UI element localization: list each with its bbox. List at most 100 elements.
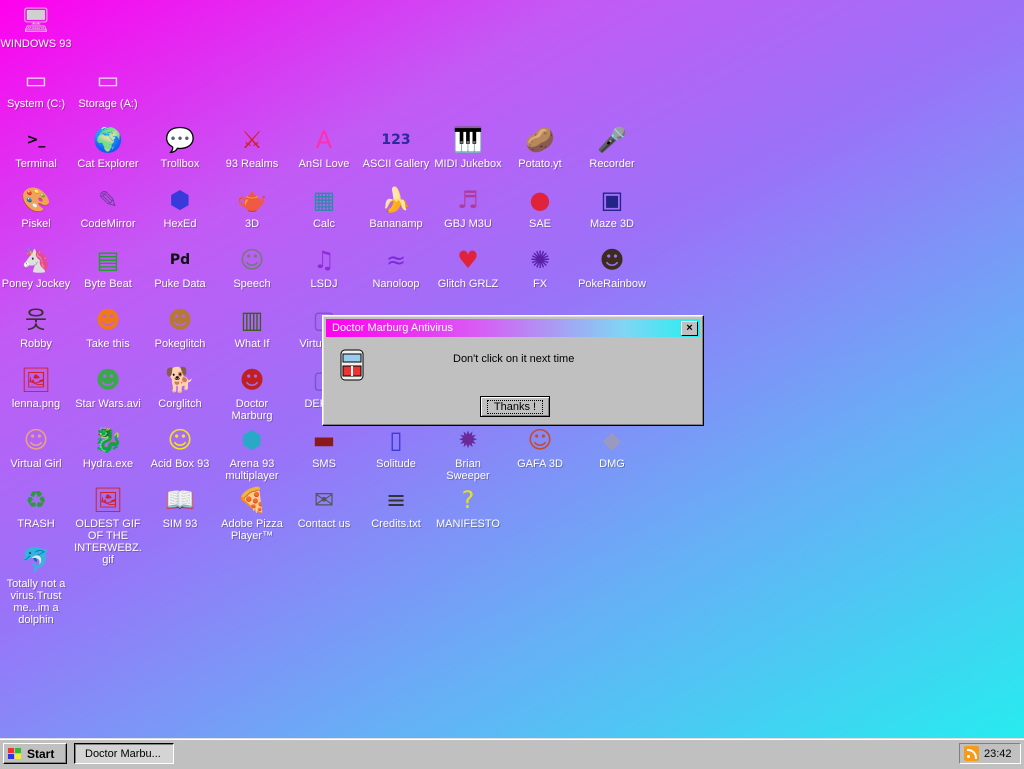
app-icon: Pd	[169, 252, 191, 268]
desktop-icon[interactable]: 🖼 OLDEST GIF OF THE INTERWEBZ.gif	[72, 484, 144, 566]
desktop-icon-label: Pokeglitch	[154, 338, 206, 350]
desktop-icon[interactable]: 🎨 Piskel	[0, 184, 72, 230]
desktop-icon[interactable]: ♻ TRASH	[0, 484, 72, 530]
desktop-icon[interactable]: ⬢ Arena 93 multiplayer	[216, 424, 288, 482]
desktop-icon-label: SIM 93	[162, 518, 198, 530]
desktop-icon[interactable]: ☻ Take this	[72, 304, 144, 350]
app-icon: 🎨	[21, 186, 51, 214]
desktop-icon[interactable]: A AnSI Love	[288, 124, 360, 170]
app-icon: 🌍	[93, 126, 123, 154]
app-icon: ☺	[527, 426, 553, 454]
desktop-icon[interactable]: ♬ GBJ M3U	[432, 184, 504, 230]
desktop-icon[interactable]: 🎹 MIDI Jukebox	[432, 124, 504, 170]
desktop-icon-label: Piskel	[21, 218, 51, 230]
desktop-icon-label: SAE	[528, 218, 551, 230]
desktop-icon[interactable]: ☺ Speech	[216, 244, 288, 290]
desktop-icon[interactable]: ♫ LSDJ	[288, 244, 360, 290]
close-button[interactable]: ×	[681, 321, 698, 336]
taskbar-item-doctor-marburg[interactable]: Doctor Marbu...	[74, 743, 174, 764]
desktop-icon[interactable]: ≡ Credits.txt	[360, 484, 432, 530]
desktop-icon[interactable]: ✉ Contact us	[288, 484, 360, 530]
desktop-icon[interactable]: ● SAE	[504, 184, 576, 230]
desktop-icon[interactable]: 🌍 Cat Explorer	[72, 124, 144, 170]
desktop-icon[interactable]: ☺ GAFA 3D	[504, 424, 576, 470]
desktop-icon[interactable]: ▤ Byte Beat	[72, 244, 144, 290]
desktop-icon-label: What If	[234, 338, 270, 350]
desktop-icon[interactable]: ⚔ 93 Realms	[216, 124, 288, 170]
desktop-icon[interactable]: ✺ FX	[504, 244, 576, 290]
desktop-icon[interactable]: 💬 Trollbox	[144, 124, 216, 170]
app-icon: ✹	[457, 426, 479, 454]
desktop-icon-label: Credits.txt	[371, 518, 421, 530]
desktop-icon[interactable]: 🐉 Hydra.exe	[72, 424, 144, 470]
dialog-titlebar[interactable]: Doctor Marburg Antivirus ×	[326, 319, 700, 337]
desktop-icon[interactable]: Pd Puke Data	[144, 244, 216, 290]
app-icon: ▭	[24, 66, 48, 94]
desktop-icon-label: WINDOWS 93	[0, 38, 72, 50]
app-icon: ☻	[239, 366, 265, 394]
desktop-icon[interactable]: ☻ Star Wars.avi	[72, 364, 144, 410]
desktop-icon[interactable]: ▣ Maze 3D	[576, 184, 648, 230]
app-icon: 🐬	[21, 546, 51, 574]
desktop-icon[interactable]: 🥔 Potato.yt	[504, 124, 576, 170]
desktop-icon-label: GBJ M3U	[444, 218, 492, 230]
app-icon: 🦄	[21, 246, 51, 274]
desktop-icon[interactable]: 🎤 Recorder	[576, 124, 648, 170]
desktop-icon[interactable]: ☺ Virtual Girl	[0, 424, 72, 470]
app-icon: 🐉	[93, 426, 123, 454]
desktop-icon[interactable]: ✎ CodeMirror	[72, 184, 144, 230]
desktop-icon[interactable]: 🍌 Bananamp	[360, 184, 432, 230]
thanks-button[interactable]: Thanks !	[480, 396, 550, 417]
desktop-icon[interactable]: 🫖 3D	[216, 184, 288, 230]
desktop-icon-label: Byte Beat	[84, 278, 132, 290]
desktop-icon[interactable]: 🖥 WINDOWS 93	[0, 4, 72, 50]
taskbar: Start Doctor Marbu... 23:42	[0, 738, 1024, 769]
desktop-icon[interactable]: ▭ Storage (A:)	[72, 64, 144, 110]
desktop-icon[interactable]: ⬢ HexEd	[144, 184, 216, 230]
desktop-icon[interactable]: 📖 SIM 93	[144, 484, 216, 530]
app-icon: ⬢	[241, 426, 263, 454]
desktop-icon-label: Puke Data	[154, 278, 206, 290]
desktop-icon[interactable]: 🦄 Poney Jockey	[0, 244, 72, 290]
desktop-icon[interactable]: 🐕 Corglitch	[144, 364, 216, 410]
desktop-icon[interactable]: ☻ Pokeglitch	[144, 304, 216, 350]
desktop-icon[interactable]: ? MANIFESTO	[432, 484, 504, 530]
app-icon: ▬	[312, 426, 336, 454]
desktop-icon[interactable]: ☻ PokeRainbow	[576, 244, 648, 290]
desktop-icon[interactable]: ▬ SMS	[288, 424, 360, 470]
app-icon: 🫖	[237, 186, 267, 214]
desktop-icon[interactable]: ▭ System (C:)	[0, 64, 72, 110]
desktop-icon[interactable]: ☺ Acid Box 93	[144, 424, 216, 470]
doctor-marburg-icon	[337, 348, 367, 385]
desktop-icon[interactable]: ◆ DMG	[576, 424, 648, 470]
app-icon: 💬	[165, 126, 195, 154]
app-icon: ▭	[96, 66, 120, 94]
desktop-icon[interactable]: 웃 Robby	[0, 304, 72, 350]
desktop-icon[interactable]: ▦ Calc	[288, 184, 360, 230]
desktop-icon[interactable]: 🐬 Totally not a virus.Trust me...im a dol…	[0, 544, 72, 626]
desktop-icon[interactable]: ≈ Nanoloop	[360, 244, 432, 290]
desktop-icon[interactable]: ▥ What If	[216, 304, 288, 350]
desktop-icon[interactable]: >_ Terminal	[0, 124, 72, 170]
desktop-icon[interactable]: ✹ Brian Sweeper	[432, 424, 504, 482]
desktop-icon[interactable]: ☻ Doctor Marburg	[216, 364, 288, 422]
desktop-icon-label: Bananamp	[369, 218, 423, 230]
desktop-icon[interactable]: ▯ Solitude	[360, 424, 432, 470]
desktop-icon-label: LSDJ	[310, 278, 338, 290]
desktop-icon[interactable]: 🍕 Adobe Pizza Player™	[216, 484, 288, 542]
app-icon: 🥔	[525, 126, 555, 154]
app-icon: ♫	[313, 246, 335, 274]
start-button[interactable]: Start	[3, 743, 67, 764]
app-icon: ●	[529, 186, 551, 214]
desktop-icon-label: CodeMirror	[80, 218, 136, 230]
desktop-icon[interactable]: 123 ASCII Gallery	[360, 124, 432, 170]
desktop-icon-label: ASCII Gallery	[362, 158, 430, 170]
desktop-icon-label: Cat Explorer	[77, 158, 139, 170]
app-icon: ☺	[23, 426, 49, 454]
desktop-icon-label: DMG	[599, 458, 625, 470]
desktop-icon[interactable]: 🖼 lenna.png	[0, 364, 72, 410]
desktop-icon-label: Acid Box 93	[150, 458, 210, 470]
desktop-icon-label: Corglitch	[158, 398, 202, 410]
rss-icon[interactable]	[964, 746, 979, 761]
desktop-icon[interactable]: ♥ Glitch GRLZ	[432, 244, 504, 290]
